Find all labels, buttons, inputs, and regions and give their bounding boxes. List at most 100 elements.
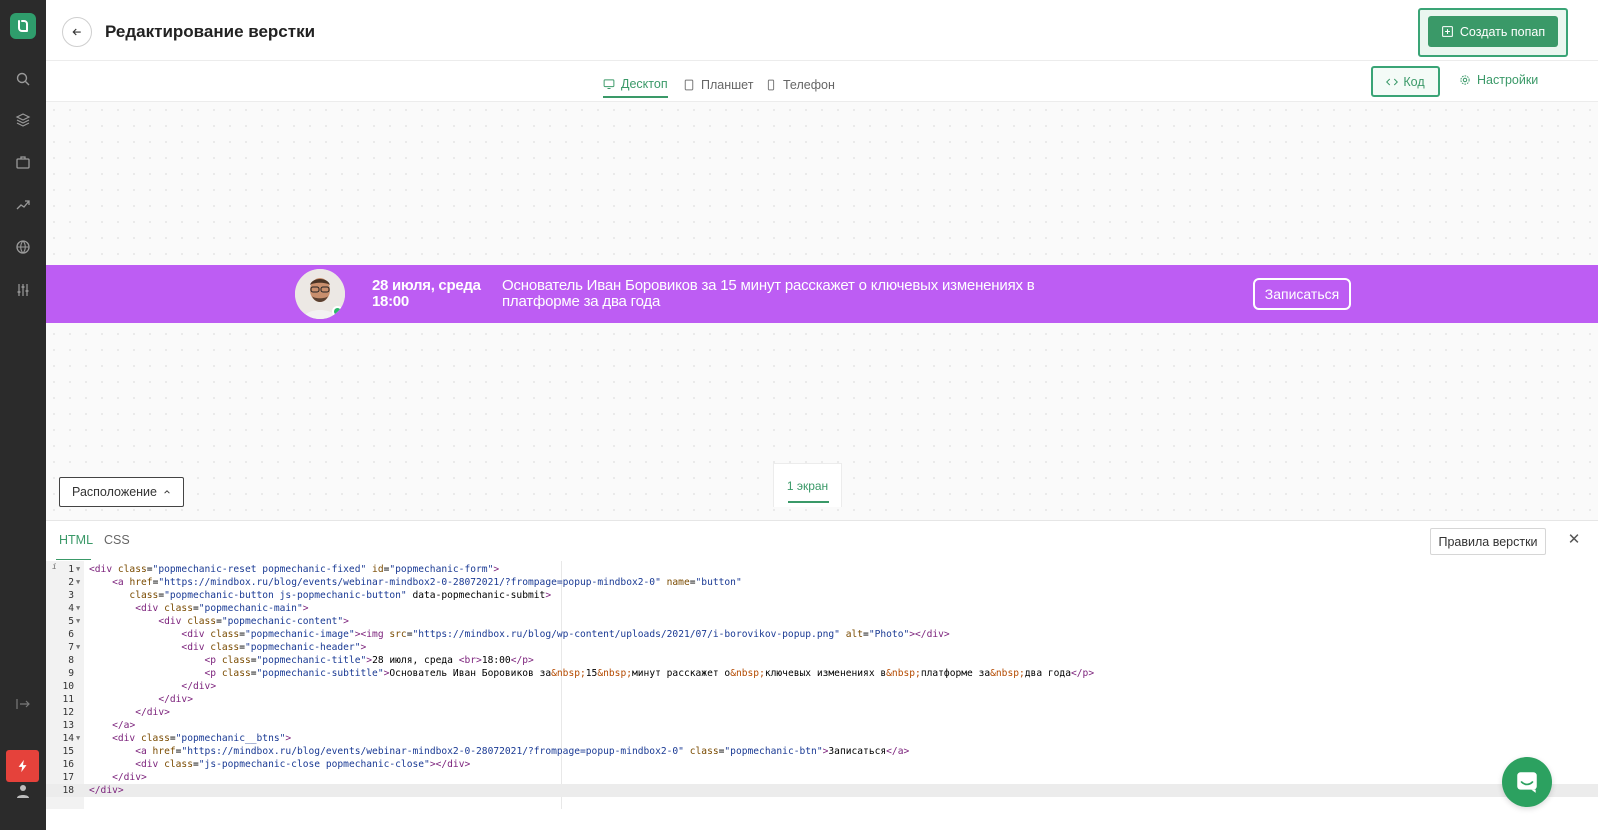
line-number: 9 xyxy=(68,668,74,679)
code-text: <a href="https://mindbox.ru/blog/events/… xyxy=(135,746,910,757)
chat-support-button[interactable] xyxy=(1502,757,1552,807)
code-line[interactable]: 7 ▼ <div class="popmechanic-header"> xyxy=(46,641,1598,654)
line-number: 5 xyxy=(68,616,74,627)
code-button[interactable]: Код xyxy=(1371,66,1440,97)
globe-icon[interactable] xyxy=(13,237,33,257)
line-number: 15 xyxy=(62,746,74,757)
code-line[interactable]: 16 <div class="js-popmechanic-close popm… xyxy=(46,758,1598,771)
tablet-icon xyxy=(684,79,694,91)
code-line[interactable]: 8 <p class="popmechanic-title">28 июля, … xyxy=(46,654,1598,667)
code-line[interactable]: 12 </div> xyxy=(46,706,1598,719)
code-text: <div class="popmechanic-header"> xyxy=(181,642,367,653)
save-icon xyxy=(1442,26,1453,37)
code-text: </div> xyxy=(158,694,193,705)
fold-arrow-icon[interactable]: ▼ xyxy=(76,602,80,615)
code-line[interactable]: 15 <a href="https://mindbox.ru/blog/even… xyxy=(46,745,1598,758)
code-text: <a href="https://mindbox.ru/blog/events/… xyxy=(112,577,742,588)
device-tabs-bar: Десктоп Планшет Телефон Код Настройки xyxy=(46,61,1598,102)
code-line[interactable]: 5 ▼ <div class="popmechanic-content"> xyxy=(46,615,1598,628)
tab-phone-label: Телефон xyxy=(783,78,835,92)
banner-title: 28 июля, среда 18:00 xyxy=(372,277,481,310)
popup-banner-preview[interactable]: 28 июля, среда 18:00 Основатель Иван Бор… xyxy=(46,265,1598,323)
screen-tab-label: 1 экран xyxy=(786,478,829,493)
briefcase-icon[interactable] xyxy=(13,152,33,172)
code-line[interactable]: 17 </div> xyxy=(46,771,1598,784)
banner-signup-button[interactable]: Записаться xyxy=(1253,278,1351,310)
screen-tab-underline xyxy=(788,501,829,503)
collapse-sidebar-icon[interactable] xyxy=(13,694,33,714)
layers-icon[interactable] xyxy=(13,110,33,130)
active-tab-underline xyxy=(56,559,91,560)
tab-desktop-label: Десктоп xyxy=(621,77,668,91)
fold-arrow-icon[interactable]: ▼ xyxy=(76,576,80,589)
code-text: </div> xyxy=(181,681,217,692)
create-popup-label: Создать попап xyxy=(1459,24,1546,39)
sliders-icon[interactable] xyxy=(13,280,33,300)
arrow-left-icon xyxy=(72,28,81,36)
tab-phone[interactable]: Телефон xyxy=(765,72,835,98)
close-panel-icon[interactable]: ✕ xyxy=(1567,531,1581,548)
speaker-photo xyxy=(295,269,345,319)
fold-arrow-icon[interactable]: ▼ xyxy=(76,615,80,628)
code-text: <div class="js-popmechanic-close popmech… xyxy=(135,759,471,770)
code-line[interactable]: 2 ▼ <a href="https://mindbox.ru/blog/even… xyxy=(46,576,1598,589)
line-number: 10 xyxy=(62,681,74,692)
line-number: 16 xyxy=(62,759,74,770)
tab-css[interactable]: CSS xyxy=(104,533,130,547)
gear-icon xyxy=(1460,75,1470,85)
code-text: <p class="popmechanic-subtitle">Основате… xyxy=(204,668,1095,679)
create-popup-highlight: Создать попап xyxy=(1418,8,1568,57)
line-number: 8 xyxy=(68,655,74,666)
search-icon[interactable] xyxy=(13,69,33,89)
left-sidebar xyxy=(0,0,46,830)
line-number: 11 xyxy=(62,694,74,705)
line-number: 6 xyxy=(68,629,74,640)
code-line[interactable]: 3 class="popmechanic-button js-popmechan… xyxy=(46,589,1598,602)
chat-icon xyxy=(1517,772,1537,793)
tab-desktop[interactable]: Десктоп xyxy=(603,72,668,98)
line-number: 18 xyxy=(62,785,74,796)
fold-arrow-icon[interactable]: ▼ xyxy=(76,732,80,745)
code-text: <div class="popmechanic-image"><img src=… xyxy=(181,629,950,640)
code-text: <div class="popmechanic-content"> xyxy=(158,616,349,627)
code-text: </div> xyxy=(112,772,147,783)
code-line[interactable]: 18 </div> xyxy=(46,784,1598,797)
banner-subtitle: Основатель Иван Боровиков за 15 минут ра… xyxy=(502,277,1035,310)
settings-button[interactable]: Настройки xyxy=(1459,73,1538,87)
code-text: <div class="popmechanic__btns"> xyxy=(112,733,292,744)
back-button[interactable] xyxy=(62,17,92,47)
trending-icon[interactable] xyxy=(13,195,33,215)
tab-html[interactable]: HTML xyxy=(59,533,93,547)
monitor-icon xyxy=(603,79,615,89)
code-line[interactable]: 13 </a> xyxy=(46,719,1598,732)
code-line[interactable]: 1 ▼ <div class="popmechanic-reset popmecha… xyxy=(46,563,1598,576)
tab-tablet[interactable]: Планшет xyxy=(683,72,753,98)
code-text: </a> xyxy=(112,720,136,731)
line-number: 13 xyxy=(62,720,74,731)
app-logo-icon[interactable] xyxy=(10,13,36,39)
user-icon[interactable] xyxy=(13,781,33,801)
code-editor[interactable]: i 1 ▼ <div class="popmechanic-reset popmec… xyxy=(46,561,1598,809)
line-number: 12 xyxy=(62,707,74,718)
screen-tab-1[interactable]: 1 экран xyxy=(773,463,842,507)
code-line[interactable]: 6 <div class="popmechanic-image"><img sr… xyxy=(46,628,1598,641)
line-number: 2 xyxy=(68,577,74,588)
code-line[interactable]: 4 ▼ <div class="popmechanic-main"> xyxy=(46,602,1598,615)
layout-dropdown-label: Расположение xyxy=(72,485,157,499)
notifications-flash-icon[interactable] xyxy=(6,750,39,782)
code-line[interactable]: 10 </div> xyxy=(46,680,1598,693)
layout-rules-button[interactable]: Правила верстки xyxy=(1430,528,1546,555)
line-number: 14 xyxy=(62,733,74,744)
fold-arrow-icon[interactable]: ▼ xyxy=(76,641,80,654)
code-line[interactable]: 11 </div> xyxy=(46,693,1598,706)
phone-icon xyxy=(767,79,775,91)
code-line[interactable]: 14 ▼ <div class="popmechanic__btns"> xyxy=(46,732,1598,745)
layout-dropdown[interactable]: Расположение xyxy=(59,477,184,507)
code-line[interactable]: 9 <p class="popmechanic-subtitle">Основа… xyxy=(46,667,1598,680)
code-text: <div class="popmechanic-main"> xyxy=(135,603,309,614)
code-text: </div> xyxy=(135,707,170,718)
page-title: Редактирование верстки xyxy=(105,22,316,41)
fold-arrow-icon[interactable]: ▼ xyxy=(76,563,80,576)
create-popup-button[interactable]: Создать попап xyxy=(1428,16,1558,47)
code-button-label: Код xyxy=(1403,74,1425,89)
